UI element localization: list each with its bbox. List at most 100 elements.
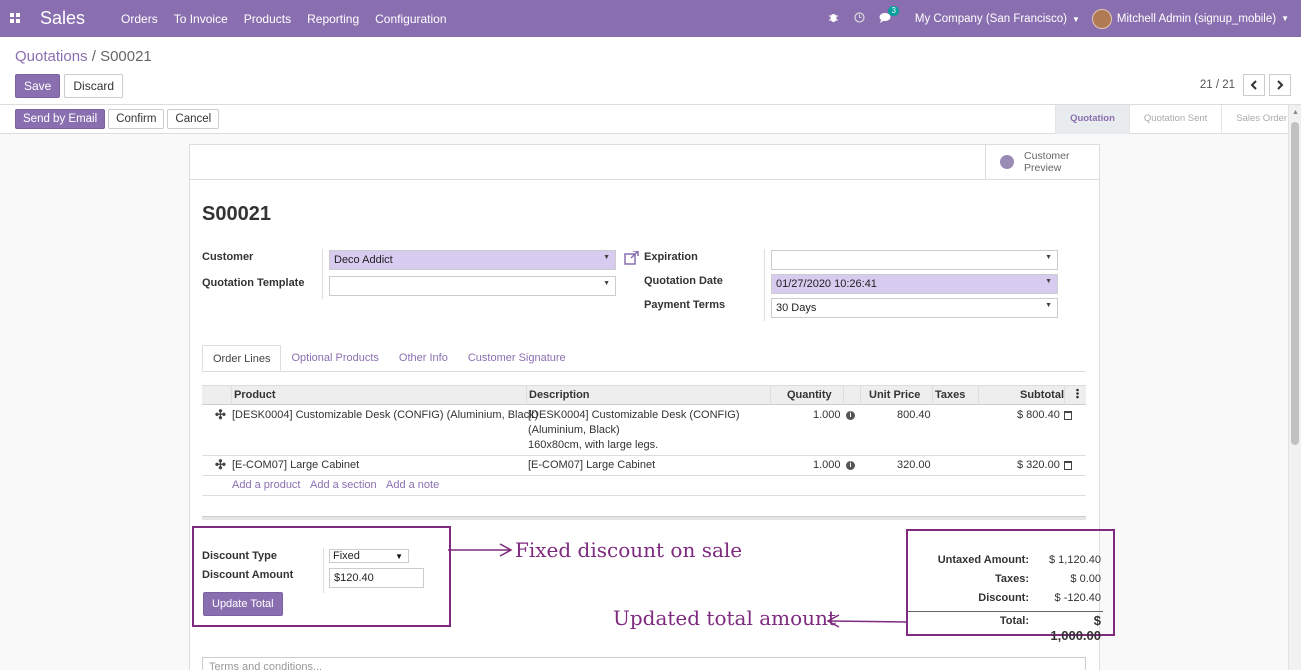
quotation-date-label: Quotation Date (644, 275, 723, 287)
breadcrumb-current: S00021 (100, 48, 152, 65)
cancel-button[interactable]: Cancel (167, 109, 220, 129)
confirm-button[interactable]: Confirm (108, 109, 165, 129)
update-total-button[interactable]: Update Total (203, 592, 283, 616)
add-note-link[interactable]: Add a note (386, 479, 439, 491)
breadcrumb: Quotations / S00021 (15, 48, 152, 65)
table-row[interactable]: ✣ [DESK0004] Customizable Desk (CONFIG) … (202, 405, 1086, 456)
header-description[interactable]: Description (529, 389, 590, 401)
external-link-icon[interactable] (624, 250, 639, 268)
menu-configuration[interactable]: Configuration (367, 12, 454, 26)
row-product[interactable]: [E-COM07] Large Cabinet (232, 459, 359, 471)
row-subtotal: $ 800.40 (1017, 409, 1060, 421)
quotation-date-field[interactable]: 01/27/2020 10:26:41 ▼ (771, 274, 1058, 294)
avatar (1091, 8, 1112, 29)
discount-total-label: Discount: (978, 592, 1029, 604)
row-description-line3[interactable]: 160x80cm, with large legs. (528, 439, 658, 451)
customer-value: Deco Addict (334, 254, 393, 266)
taxes-value: $ 0.00 (1070, 573, 1101, 585)
row-unit-price[interactable]: 320.00 (897, 459, 931, 471)
terms-and-conditions-field[interactable]: Terms and conditions... (202, 657, 1086, 670)
pager-value[interactable]: 21 / 21 (1200, 79, 1235, 91)
add-section-link[interactable]: Add a section (310, 479, 377, 491)
dropdown-icon: ▼ (1045, 278, 1052, 285)
row-description-line2[interactable]: (Aluminium, Black) (528, 424, 620, 436)
row-product[interactable]: [DESK0004] Customizable Desk (CONFIG) (A… (232, 409, 538, 421)
form-sheet: Customer Preview S00021 Customer Quotatio… (189, 144, 1115, 670)
discount-amount-input[interactable]: $120.40 (329, 568, 424, 588)
trash-icon[interactable] (1064, 461, 1072, 470)
payment-terms-field[interactable]: 30 Days ▼ (771, 298, 1058, 318)
payment-terms-label: Payment Terms (644, 299, 726, 311)
customer-preview-button[interactable]: Customer Preview (985, 145, 1099, 179)
field-separator (322, 249, 323, 299)
info-icon[interactable]: i (846, 411, 855, 420)
preview-label-2: Preview (1024, 162, 1062, 174)
chat-icon[interactable]: 3 (873, 5, 899, 26)
column-options-icon[interactable] (1076, 388, 1079, 402)
globe-icon (1000, 155, 1014, 169)
stage-pipeline: Quotation Quotation Sent Sales Order (1055, 105, 1301, 134)
trash-icon[interactable] (1064, 411, 1072, 420)
menu-products[interactable]: Products (236, 12, 299, 26)
info-icon[interactable]: i (846, 461, 855, 470)
tab-other-info[interactable]: Other Info (389, 345, 458, 371)
stage-quotation-sent[interactable]: Quotation Sent (1128, 105, 1221, 134)
tab-order-lines[interactable]: Order Lines (202, 345, 282, 371)
bug-icon[interactable] (821, 12, 847, 26)
notebook-tabs: Order Lines Optional Products Other Info… (202, 345, 1086, 372)
pager-next-button[interactable] (1269, 74, 1291, 96)
clock-icon[interactable] (847, 11, 873, 26)
discard-button[interactable]: Discard (64, 74, 124, 98)
tab-optional-products[interactable]: Optional Products (281, 345, 388, 371)
tab-customer-signature[interactable]: Customer Signature (458, 345, 576, 371)
taxes-row: Taxes: $ 0.00 (909, 573, 1101, 585)
drag-handle-icon[interactable]: ✣ (215, 457, 226, 473)
quotation-template-field[interactable]: ▼ (329, 276, 616, 296)
discount-type-select[interactable]: Fixed ▼ (329, 549, 409, 563)
row-subtotal: $ 320.00 (1017, 459, 1060, 471)
dropdown-icon: ▼ (603, 280, 610, 287)
header-taxes[interactable]: Taxes (935, 389, 965, 401)
customer-field[interactable]: Deco Addict ▼ (329, 250, 616, 270)
row-quantity[interactable]: 1.000 (813, 409, 841, 421)
pager-previous-button[interactable] (1243, 74, 1265, 96)
page-scrollbar[interactable]: ▲ (1288, 105, 1301, 670)
header-unit-price[interactable]: Unit Price (869, 389, 920, 401)
company-switcher[interactable]: My Company (San Francisco) ▼ (899, 13, 1092, 25)
annotation-fixed-discount: Fixed discount on sale (515, 538, 743, 562)
row-description-line1[interactable]: [DESK0004] Customizable Desk (CONFIG) (528, 409, 740, 421)
row-description-line1[interactable]: [E-COM07] Large Cabinet (528, 459, 655, 471)
app-title[interactable]: Sales (40, 8, 85, 29)
totals-highlight-box: Untaxed Amount: $ 1,120.40 Taxes: $ 0.00… (906, 529, 1115, 643)
user-name: Mitchell Admin (signup_mobile) (1116, 12, 1277, 25)
discount-row: Discount: $ -120.40 (909, 592, 1101, 604)
menu-orders[interactable]: Orders (113, 12, 166, 26)
row-unit-price[interactable]: 800.40 (897, 409, 931, 421)
stage-quotation[interactable]: Quotation (1055, 105, 1129, 134)
save-button[interactable]: Save (15, 74, 61, 98)
menu-reporting[interactable]: Reporting (299, 12, 367, 26)
discount-type-value: Fixed (333, 550, 360, 562)
scroll-up-icon[interactable]: ▲ (1292, 109, 1299, 116)
drag-handle-icon[interactable]: ✣ (215, 407, 226, 423)
add-product-link[interactable]: Add a product (232, 479, 301, 491)
table-row[interactable]: ✣ [E-COM07] Large Cabinet [E-COM07] Larg… (202, 456, 1086, 476)
expiration-field[interactable]: ▼ (771, 250, 1058, 270)
company-name: My Company (San Francisco) (914, 12, 1067, 25)
add-line-links: Add a product Add a section Add a note (202, 476, 1086, 496)
header-quantity[interactable]: Quantity (787, 389, 832, 401)
menu-to-invoice[interactable]: To Invoice (166, 12, 236, 26)
discount-amount-value: $120.40 (334, 572, 374, 584)
user-menu[interactable]: Mitchell Admin (signup_mobile) ▼ (1091, 8, 1301, 29)
breadcrumb-quotations[interactable]: Quotations (15, 48, 88, 65)
dropdown-icon: ▼ (603, 254, 610, 261)
header-subtotal[interactable]: Subtotal (1020, 389, 1064, 401)
header-product[interactable]: Product (234, 389, 276, 401)
row-quantity[interactable]: 1.000 (813, 459, 841, 471)
scrollbar-thumb[interactable] (1291, 122, 1299, 445)
field-separator (764, 249, 765, 321)
button-box: Customer Preview (190, 145, 1099, 180)
apps-menu-icon[interactable] (0, 0, 30, 37)
dropdown-icon: ▼ (1045, 302, 1052, 309)
send-by-email-button[interactable]: Send by Email (15, 109, 106, 129)
